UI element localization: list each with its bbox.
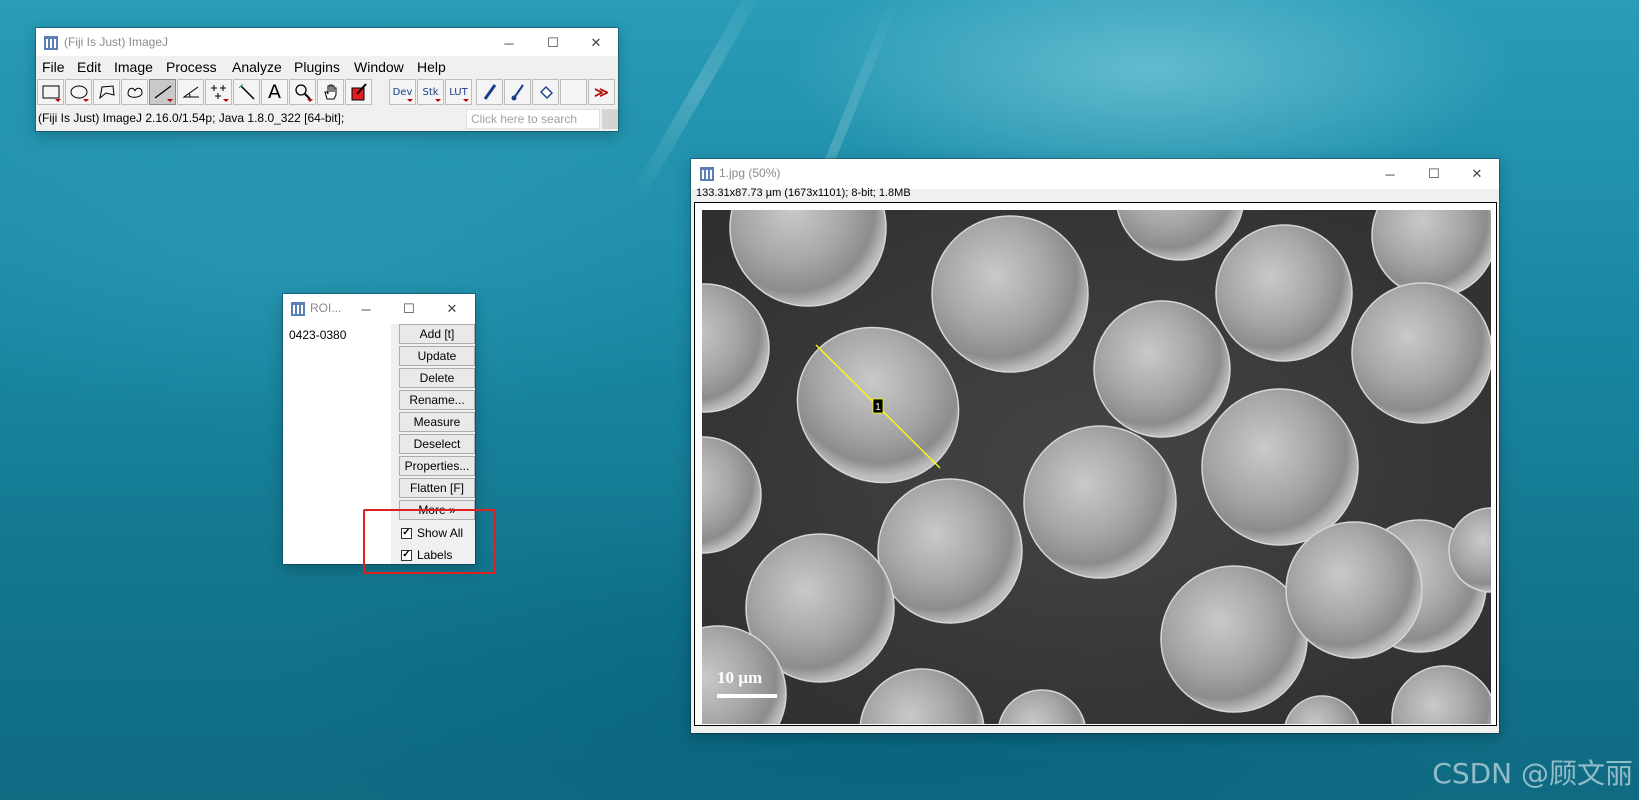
roi-manager-titlebar[interactable]: ROI... ─ ☐ ✕ <box>283 294 475 324</box>
maximize-button[interactable]: ☐ <box>388 294 430 324</box>
menu-image[interactable]: Image <box>114 59 153 75</box>
menu-analyze[interactable]: Analyze <box>232 59 282 75</box>
watermark-text: CSDN @顾文丽 <box>1432 757 1633 790</box>
point-tool[interactable] <box>205 79 232 105</box>
text-tool[interactable]: A <box>261 79 288 105</box>
zoom-tool[interactable] <box>289 79 316 105</box>
oval-tool[interactable] <box>65 79 92 105</box>
polygon-icon <box>98 85 115 99</box>
menu-plugins[interactable]: Plugins <box>294 59 340 75</box>
minimize-button[interactable]: ─ <box>345 294 387 324</box>
hand-icon <box>323 84 336 100</box>
maximize-button[interactable]: ☐ <box>1412 159 1456 189</box>
multipoint-icon <box>210 85 226 99</box>
window-title: (Fiji Is Just) ImageJ <box>64 35 169 49</box>
delete-button[interactable]: Delete <box>399 368 475 388</box>
search-input[interactable]: Click here to search <box>466 109 600 129</box>
menu-bar: File Edit Image Process Analyze Plugins … <box>36 56 618 78</box>
window-title: ROI... <box>310 301 342 315</box>
angle-icon <box>181 86 199 98</box>
stack-menu-tool[interactable]: Stk <box>417 79 444 105</box>
freehand-tool[interactable] <box>121 79 148 105</box>
image-titlebar[interactable]: 1.jpg (50%) ─ ☐ ✕ <box>691 159 1499 189</box>
fiji-app-icon <box>44 36 58 50</box>
image-window: 1.jpg (50%) ─ ☐ ✕ 133.31x87.73 µm (1673x… <box>691 159 1499 733</box>
brush-icon <box>511 84 524 101</box>
flood-fill-tool[interactable] <box>532 79 559 105</box>
dev-label: Dev <box>392 86 413 98</box>
update-button[interactable]: Update <box>399 346 475 366</box>
wand-tool[interactable] <box>233 79 260 105</box>
image-canvas[interactable]: 1 10 µm <box>702 210 1491 724</box>
image-info: 133.31x87.73 µm (1673x1101); 8-bit; 1.8M… <box>696 187 911 199</box>
angle-tool[interactable] <box>177 79 204 105</box>
straight-line-tool[interactable] <box>149 79 176 105</box>
freehand-icon <box>126 87 143 98</box>
imagej-titlebar[interactable]: (Fiji Is Just) ImageJ ─ ☐ ✕ <box>36 28 618 58</box>
minimize-button[interactable]: ─ <box>487 28 531 58</box>
fiji-app-icon <box>291 302 305 316</box>
empty-tool-slot[interactable] <box>560 79 587 105</box>
search-options-button[interactable] <box>602 109 618 129</box>
minimize-button[interactable]: ─ <box>1368 159 1412 189</box>
menu-edit[interactable]: Edit <box>77 59 101 75</box>
lut-menu-tool[interactable]: LUT <box>445 79 472 105</box>
menu-help[interactable]: Help <box>417 59 446 75</box>
text-tool-icon: A <box>268 81 281 103</box>
color-picker-icon <box>351 83 367 101</box>
pencil-tool[interactable] <box>476 79 503 105</box>
line-icon <box>154 85 171 99</box>
pencil-icon <box>483 84 496 100</box>
bucket-icon <box>539 86 553 99</box>
add-button[interactable]: Add [t] <box>399 324 475 344</box>
microspheres <box>702 210 1491 724</box>
stk-label: Stk <box>422 86 439 98</box>
flatten-button[interactable]: Flatten [F] <box>399 478 475 498</box>
scale-bar <box>717 694 777 698</box>
rectangle-icon <box>42 85 59 99</box>
roi-list-item[interactable]: 0423-0380 <box>289 328 346 342</box>
maximize-button[interactable]: ☐ <box>531 28 575 58</box>
image-canvas-frame: 1 10 µm <box>694 202 1497 726</box>
lut-label: LUT <box>449 86 468 98</box>
menu-process[interactable]: Process <box>166 59 217 75</box>
rectangle-tool[interactable] <box>37 79 64 105</box>
deselect-button[interactable]: Deselect <box>399 434 475 454</box>
imagej-main-window: (Fiji Is Just) ImageJ ─ ☐ ✕ File Edit Im… <box>36 28 618 131</box>
roi-label: 1 <box>875 402 881 413</box>
close-button[interactable]: ✕ <box>1455 159 1499 189</box>
rename-button[interactable]: Rename... <box>399 390 475 410</box>
developer-menu-tool[interactable]: Dev <box>389 79 416 105</box>
brush-tool[interactable] <box>504 79 531 105</box>
menu-file[interactable]: File <box>42 59 65 75</box>
close-button[interactable]: ✕ <box>574 28 618 58</box>
scrolling-tool[interactable] <box>317 79 344 105</box>
measure-button[interactable]: Measure <box>399 412 475 432</box>
menu-window[interactable]: Window <box>354 59 404 75</box>
more-tools-button[interactable]: ≫ <box>588 79 615 105</box>
highlight-annotation-box <box>363 509 496 574</box>
status-text: (Fiji Is Just) ImageJ 2.16.0/1.54p; Java… <box>38 111 345 125</box>
more-tools-icon: ≫ <box>594 83 609 100</box>
scale-bar-label: 10 µm <box>717 668 762 687</box>
wand-icon <box>238 84 255 100</box>
window-title: 1.jpg (50%) <box>719 166 781 180</box>
polygon-tool[interactable] <box>93 79 120 105</box>
tool-bar: A Dev Stk LUT ≫ <box>36 78 618 106</box>
sem-image: 1 10 µm <box>702 210 1491 724</box>
properties-button[interactable]: Properties... <box>399 456 475 476</box>
fiji-app-icon <box>700 167 714 181</box>
close-button[interactable]: ✕ <box>431 294 473 324</box>
color-picker-tool[interactable] <box>345 79 372 105</box>
status-bar: (Fiji Is Just) ImageJ 2.16.0/1.54p; Java… <box>36 107 618 131</box>
oval-icon <box>70 85 87 99</box>
